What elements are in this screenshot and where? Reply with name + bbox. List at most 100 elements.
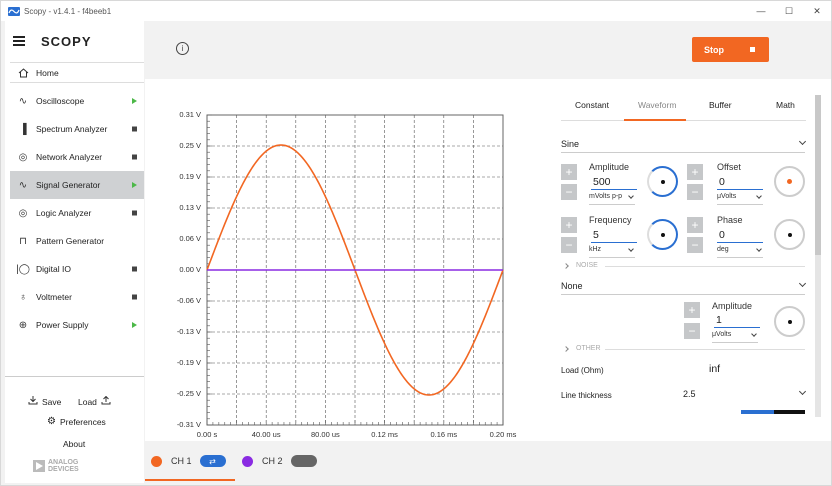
settings-tabs: Constant Waveform Buffer Math: [561, 93, 806, 121]
tool-nav: Home ∿ Oscilloscope ▐ Spectrum Analyzer ◎ Net…: [10, 62, 144, 339]
run-indicator-icon[interactable]: [132, 182, 137, 188]
noise-type-dropdown[interactable]: None: [561, 277, 807, 295]
amplitude-decrement-button[interactable]: −: [561, 184, 577, 200]
stopped-indicator-icon[interactable]: [132, 154, 137, 160]
sidebar-item-home[interactable]: Home: [10, 62, 144, 83]
waveform-type-dropdown[interactable]: Sine: [561, 135, 807, 153]
channel-color-dot: [151, 455, 162, 467]
offset-knob[interactable]: [774, 166, 805, 197]
channel-2-button[interactable]: CH 2: [242, 455, 317, 467]
noise-type-value: None: [561, 280, 583, 291]
noise-amplitude-unit-select[interactable]: μVolts: [712, 331, 758, 343]
frequency-unit-select[interactable]: kHz: [589, 246, 635, 258]
frequency-unit: kHz: [589, 246, 602, 253]
minimize-button[interactable]: —: [747, 1, 775, 21]
amplitude-input[interactable]: 500: [591, 176, 637, 190]
pattern-icon: ⊓: [19, 235, 27, 247]
stopped-indicator-icon[interactable]: [132, 266, 137, 272]
power-icon: ⊕: [18, 319, 28, 331]
load-ohm-input[interactable]: inf: [709, 363, 720, 375]
noise-amplitude-label: Amplitude: [712, 301, 753, 311]
offset-unit-select[interactable]: μVolts: [717, 193, 763, 205]
channel-label: CH 2: [262, 456, 283, 466]
sidebar-item-digital-io[interactable]: |◯ Digital IO: [10, 255, 144, 283]
channel-toggle-switch[interactable]: [290, 455, 317, 467]
stopped-indicator-icon[interactable]: [132, 210, 137, 216]
preferences-button[interactable]: ⚙ Preferences: [47, 416, 106, 427]
phase-knob[interactable]: [774, 219, 805, 250]
channel-toggle-switch[interactable]: ⇄: [199, 455, 226, 467]
amplitude-unit-select[interactable]: mVolts p-p: [589, 193, 635, 205]
stopped-indicator-icon[interactable]: [132, 126, 137, 132]
frequency-decrement-button[interactable]: −: [561, 237, 577, 253]
info-icon[interactable]: i: [176, 42, 189, 55]
sidebar-item-voltmeter[interactable]: ♁ Voltmeter: [10, 283, 144, 311]
offset-input[interactable]: 0: [717, 176, 763, 190]
y-tick-label: -0.31 V: [176, 420, 201, 429]
y-tick-label: 0.00 V: [179, 265, 201, 274]
hamburger-menu-icon[interactable]: [13, 36, 25, 46]
phase-decrement-button[interactable]: −: [687, 237, 703, 253]
noise-amplitude-unit: μVolts: [712, 331, 732, 338]
chevron-down-icon: [751, 331, 757, 337]
sidebar-item-power-supply[interactable]: ⊕ Power Supply: [10, 311, 144, 339]
knob-indicator: [660, 179, 665, 184]
x-tick-label: 0.20 ms: [489, 430, 517, 439]
sidebar-item-label: Signal Generator: [36, 180, 101, 190]
amplitude-unit: mVolts p-p: [589, 193, 623, 200]
tab-constant[interactable]: Constant: [575, 100, 609, 110]
tab-buffer[interactable]: Buffer: [709, 100, 732, 110]
plot-area[interactable]: 0.31 V 0.25 V 0.19 V 0.13 V 0.06 V 0.00 V -0.0…: [145, 79, 549, 441]
noise-section-toggle[interactable]: NOISE: [563, 262, 598, 269]
panel-scrollbar-thumb[interactable]: [815, 95, 821, 255]
preferences-label: Preferences: [59, 416, 106, 427]
tab-math[interactable]: Math: [776, 100, 795, 110]
run-indicator-icon[interactable]: [132, 322, 137, 328]
network-icon: ◎: [18, 151, 28, 163]
save-button[interactable]: Save: [28, 396, 61, 407]
amplitude-increment-button[interactable]: +: [561, 164, 577, 180]
offset-increment-button[interactable]: +: [687, 164, 703, 180]
y-tick-label: 0.25 V: [179, 141, 201, 150]
other-section-label: OTHER: [576, 345, 601, 352]
waveform-plot[interactable]: [145, 79, 549, 441]
line-thickness-value: 2.5: [683, 389, 696, 399]
sidebar-item-spectrum-analyzer[interactable]: ▐ Spectrum Analyzer: [10, 115, 144, 143]
other-section-toggle[interactable]: OTHER: [563, 345, 601, 352]
frequency-knob[interactable]: [647, 219, 678, 250]
noise-amplitude-decrement-button[interactable]: −: [684, 323, 700, 339]
phase-input[interactable]: 0: [717, 229, 763, 243]
noise-amplitude-increment-button[interactable]: +: [684, 302, 700, 318]
phase-unit-select[interactable]: deg: [717, 246, 763, 258]
phase-increment-button[interactable]: +: [687, 217, 703, 233]
about-label: About: [63, 439, 86, 449]
run-indicator-icon[interactable]: [132, 98, 137, 104]
chevron-down-icon: [798, 137, 807, 146]
noise-amplitude-input[interactable]: 1: [714, 314, 760, 328]
about-button[interactable]: About: [63, 439, 85, 449]
sidebar-item-oscilloscope[interactable]: ∿ Oscilloscope: [10, 87, 144, 115]
home-icon: [16, 67, 30, 79]
sidebar-item-signal-generator[interactable]: ∿ Signal Generator: [10, 171, 144, 199]
sidebar-item-pattern-generator[interactable]: ⊓ Pattern Generator: [10, 227, 144, 255]
frequency-input[interactable]: 5: [591, 229, 637, 243]
stop-button[interactable]: Stop: [692, 37, 769, 62]
stopped-indicator-icon[interactable]: [132, 294, 137, 300]
frequency-increment-button[interactable]: +: [561, 217, 577, 233]
close-button[interactable]: ✕: [803, 1, 831, 21]
line-thickness-dropdown[interactable]: 2.5: [683, 385, 807, 403]
tab-waveform[interactable]: Waveform: [638, 100, 676, 110]
maximize-button[interactable]: ☐: [775, 1, 803, 21]
load-ohm-label: Load (Ohm): [561, 366, 604, 375]
top-toolbar: i Stop: [145, 21, 831, 79]
sidebar-item-logic-analyzer[interactable]: ◎ Logic Analyzer: [10, 199, 144, 227]
scopy-logo: SCOPY: [41, 34, 92, 49]
amplitude-knob[interactable]: [647, 166, 678, 197]
sidebar-item-label: Oscilloscope: [36, 96, 85, 106]
sidebar-item-network-analyzer[interactable]: ◎ Network Analyzer: [10, 143, 144, 171]
channel-1-button[interactable]: CH 1 ⇄: [151, 455, 226, 467]
sidebar-item-label: Pattern Generator: [36, 236, 105, 246]
noise-amplitude-knob[interactable]: [774, 306, 805, 337]
offset-decrement-button[interactable]: −: [687, 184, 703, 200]
load-button[interactable]: Load: [78, 395, 111, 407]
